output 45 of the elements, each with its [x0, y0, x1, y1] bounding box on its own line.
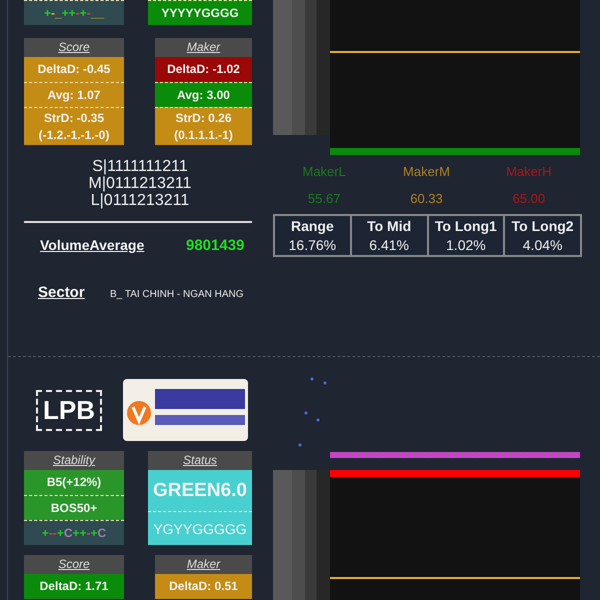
maker-value: 60.33 — [409, 191, 444, 206]
maker-value: 65.00 — [512, 191, 546, 206]
sector-value: B_ TAI CHINH - NGAN HANG — [110, 289, 244, 300]
metric-value: Avg: 3.00 — [155, 82, 252, 107]
metric-value: DeltaD: 0.51 — [155, 574, 252, 599]
stat-label: To Long2 — [512, 218, 574, 234]
card-header: Score — [24, 38, 124, 57]
metric-value: B5(+12%) — [24, 470, 124, 495]
stat-value: 1.02% — [446, 237, 486, 253]
metric-value: StrD: -0.35 — [42, 110, 106, 126]
signal-sequence: +--+C++-+C — [24, 520, 124, 545]
status-value: GREEN6.0 — [148, 470, 252, 511]
metric-value: BOS50+ — [24, 495, 124, 520]
maker-value: 55.67 — [306, 191, 342, 206]
signal-sequence: +-_++-+-__ — [24, 0, 124, 25]
metric-value: StrD: 0.26 — [174, 110, 233, 126]
metric-value: DeltaD: -0.45 — [24, 57, 124, 82]
maker-label: MakerL — [301, 164, 347, 179]
code-line: M|0111213211 — [88, 175, 192, 192]
code-line: L|0111213211 — [90, 192, 190, 209]
metric-detail: (-1.2.-1.-1.-0) — [38, 126, 110, 144]
stat-label: Range — [290, 218, 334, 234]
metric-detail: (0.1.1.1.-1) — [173, 126, 234, 144]
card-header: Score — [24, 555, 124, 574]
stat-label: To Long1 — [434, 218, 497, 234]
stat-value: 4.04% — [522, 237, 562, 253]
sector-label: Sector — [38, 284, 86, 301]
metric-value: DeltaD: 1.71 — [24, 574, 124, 599]
maker-label: MakerH — [505, 164, 553, 179]
metric-value: DeltaD: -1.02 — [155, 57, 252, 82]
stat-label: To Mid — [367, 218, 412, 234]
metric-value: Avg: 1.07 — [24, 82, 124, 107]
maker-label: MakerM — [402, 164, 451, 179]
volume-label: VolumeAverage — [40, 237, 146, 253]
card-header: Status — [148, 451, 252, 470]
stat-value: 6.41% — [369, 237, 409, 253]
stat-value: 16.76% — [288, 237, 336, 253]
card-header: Maker — [155, 555, 252, 574]
metric-value: YYYYYGGGG — [148, 0, 252, 25]
card-header: Stability — [24, 451, 124, 470]
volume-value: 9801439 — [186, 237, 244, 254]
metric-value: YGYYGGGGG — [148, 511, 252, 545]
card-header: Maker — [155, 38, 252, 57]
code-line: S|1111111211 — [91, 158, 189, 175]
ticker-symbol: LPB — [36, 390, 102, 430]
